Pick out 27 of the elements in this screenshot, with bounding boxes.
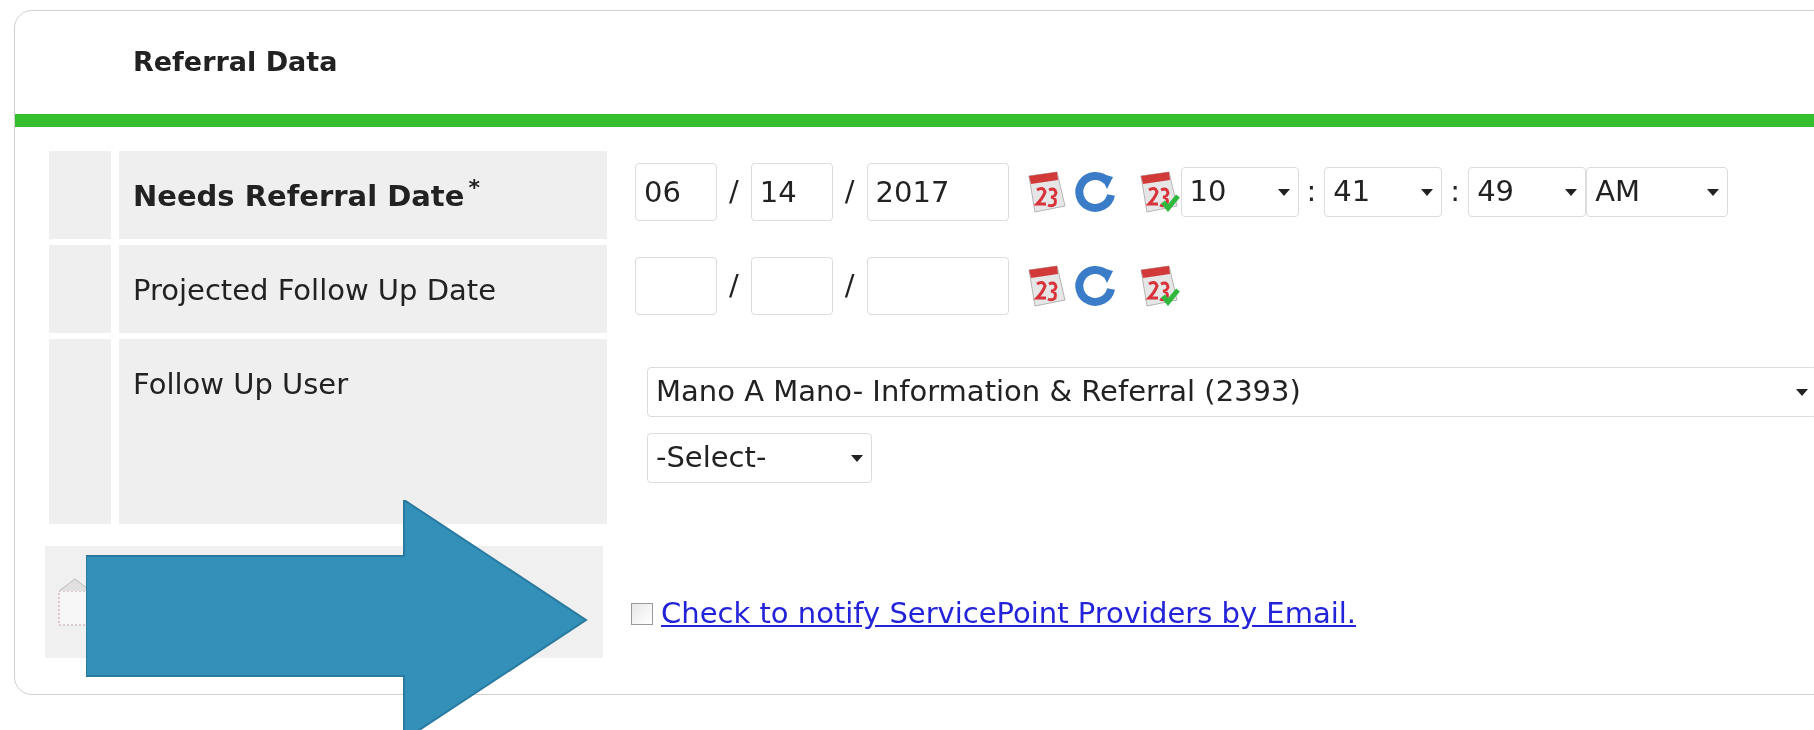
time-separator: :	[1305, 173, 1318, 211]
date-input[interactable]: 14	[750, 163, 833, 221]
date-input[interactable]	[635, 257, 717, 315]
dropdown[interactable]: 10	[1180, 167, 1299, 217]
refresh-icon[interactable]	[1072, 169, 1117, 215]
date-input[interactable]: 2017	[866, 163, 1009, 221]
date-separator: /	[728, 173, 740, 211]
date-separator: /	[728, 267, 740, 305]
required-mark: *	[468, 174, 480, 202]
field-label: Needs Referral Date	[133, 178, 465, 215]
date-input[interactable]	[750, 257, 833, 315]
dropdown[interactable]: Mano A Mano- Information & Referral (2393)	[647, 367, 1814, 417]
field-label: Projected Follow Up Date	[133, 272, 497, 309]
date-separator: /	[843, 267, 856, 305]
dropdown[interactable]: 41	[1324, 167, 1443, 217]
notify-link[interactable]: Check to notify ServicePoint Providers by Email.	[661, 592, 1356, 636]
dropdown[interactable]: AM	[1586, 167, 1729, 217]
checkbox[interactable]	[631, 603, 653, 625]
time-separator: :	[1449, 173, 1462, 211]
date-input[interactable]	[866, 257, 1009, 315]
date-separator: /	[843, 173, 856, 211]
date-input[interactable]: 06	[635, 163, 717, 221]
refresh-icon[interactable]	[1072, 263, 1117, 309]
dropdown[interactable]: 49	[1468, 167, 1587, 217]
section-title: Referral Data	[133, 45, 338, 80]
field-label: Follow Up User	[133, 366, 349, 403]
dropdown[interactable]: -Select-	[647, 433, 872, 483]
